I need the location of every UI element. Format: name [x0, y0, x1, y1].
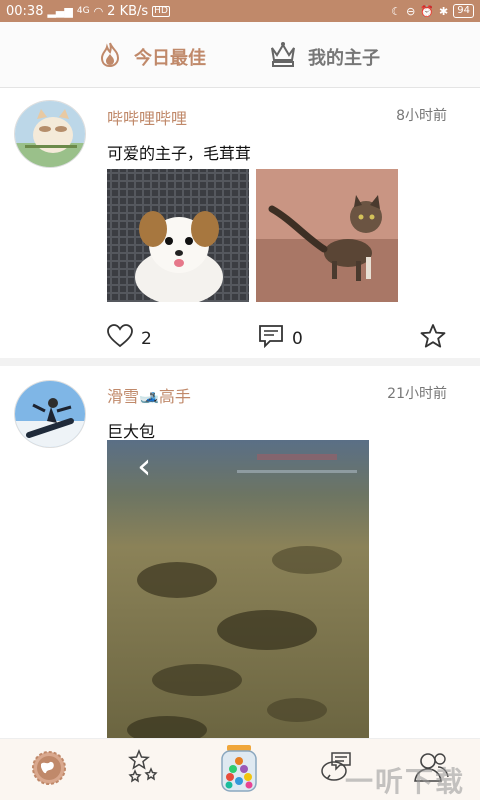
candy-jar-icon — [219, 745, 259, 797]
network-label: 4G — [76, 5, 90, 16]
star-icon — [420, 324, 446, 352]
post-actions: 2 0 — [0, 320, 480, 354]
wifi-icon: ◠ — [93, 4, 104, 18]
status-bar: 00:38 ▂▄▆ 4G ◠ 2 KB/s HD ☾ ⊖ ⏰ ✱ 94 — [0, 0, 480, 22]
lock-icon: ⊖ — [406, 4, 416, 18]
tab-today-best[interactable]: 今日最佳 — [96, 40, 206, 73]
post-photo-fur[interactable]: ‹ — [107, 440, 369, 738]
feed-post[interactable]: 哔哔哩哔哩 8小时前 可爱的主子，毛茸茸 2 0 — [0, 88, 480, 358]
battery-indicator: 94 — [453, 4, 474, 18]
moon-icon: ☾ — [391, 4, 402, 18]
tab-my-master[interactable]: 我的主子 — [268, 40, 380, 73]
post-text: 巨大包 — [107, 422, 156, 441]
signal-icon: ▂▄▆ — [47, 4, 73, 18]
alarm-icon: ⏰ — [420, 4, 435, 18]
feed-post[interactable]: 滑雪🎿高手 21小时前 巨大包 ‹ — [0, 366, 480, 738]
avatar[interactable] — [14, 100, 86, 168]
comment-button[interactable]: 0 — [258, 324, 303, 353]
hd-badge: HD — [152, 5, 170, 17]
globe-icon — [30, 751, 68, 791]
favorite-button[interactable] — [420, 324, 446, 352]
tab-label: 我的主子 — [308, 47, 380, 69]
username[interactable]: 哔哔哩哔哩 — [107, 105, 187, 129]
post-photo-kitten[interactable] — [256, 169, 398, 302]
feed-list[interactable]: 哔哔哩哔哩 8小时前 可爱的主子，毛茸茸 2 0 滑雪🎿高手 21小时前 巨大包… — [0, 88, 480, 738]
watermark: 一听下载 — [345, 765, 466, 798]
tab-label: 今日最佳 — [134, 47, 206, 69]
stars-icon — [127, 749, 161, 789]
comment-count: 0 — [292, 328, 303, 349]
nav-candy-jar[interactable] — [219, 743, 259, 797]
crown-icon — [268, 40, 298, 73]
clock: 00:38 — [6, 3, 44, 19]
flame-icon — [96, 40, 124, 73]
nav-discover[interactable] — [30, 749, 68, 791]
post-text: 可爱的主子，毛茸茸 — [107, 144, 252, 163]
net-speed: 2 KB/s — [107, 3, 149, 19]
nav-stars[interactable] — [127, 749, 161, 789]
post-time: 21小时前 — [387, 386, 447, 402]
avatar[interactable] — [14, 380, 86, 448]
like-button[interactable]: 2 — [107, 324, 152, 353]
heart-icon — [107, 324, 133, 353]
top-tab-bar: 今日最佳 我的主子 — [0, 22, 480, 88]
prev-arrow-icon[interactable]: ‹ — [137, 446, 151, 487]
username[interactable]: 滑雪🎿高手 — [107, 383, 191, 407]
bluetooth-icon: ✱ — [439, 4, 449, 18]
post-photo-puppy[interactable] — [107, 169, 249, 302]
like-count: 2 — [141, 328, 152, 349]
comment-icon — [258, 324, 284, 353]
post-time: 8小时前 — [396, 108, 447, 124]
